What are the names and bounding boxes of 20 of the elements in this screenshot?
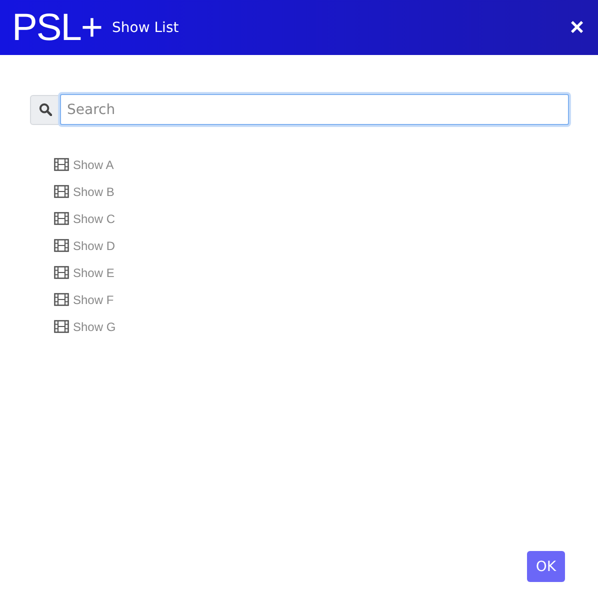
show-item[interactable]: Show D xyxy=(73,238,116,252)
show-item[interactable]: Show B xyxy=(73,184,114,198)
ok-button[interactable]: OK xyxy=(527,551,565,582)
logo: PSL+ xyxy=(12,8,102,46)
film-icon xyxy=(54,158,69,171)
film-icon xyxy=(54,212,69,225)
dialog-title: Show List xyxy=(112,20,180,36)
film-icon xyxy=(54,185,69,198)
show-item[interactable]: Show E xyxy=(73,266,114,280)
close-button[interactable]: × xyxy=(568,16,586,40)
search-icon xyxy=(30,94,60,124)
film-icon xyxy=(54,266,69,279)
film-icon xyxy=(54,320,69,333)
search-field[interactable]: Search xyxy=(60,94,569,125)
show-item[interactable]: Show C xyxy=(73,212,116,226)
show-item[interactable]: Show F xyxy=(73,292,114,306)
show-item[interactable]: Show A xyxy=(73,158,114,172)
film-icon xyxy=(54,293,69,306)
show-item[interactable]: Show G xyxy=(73,320,116,334)
film-icon xyxy=(54,239,69,252)
